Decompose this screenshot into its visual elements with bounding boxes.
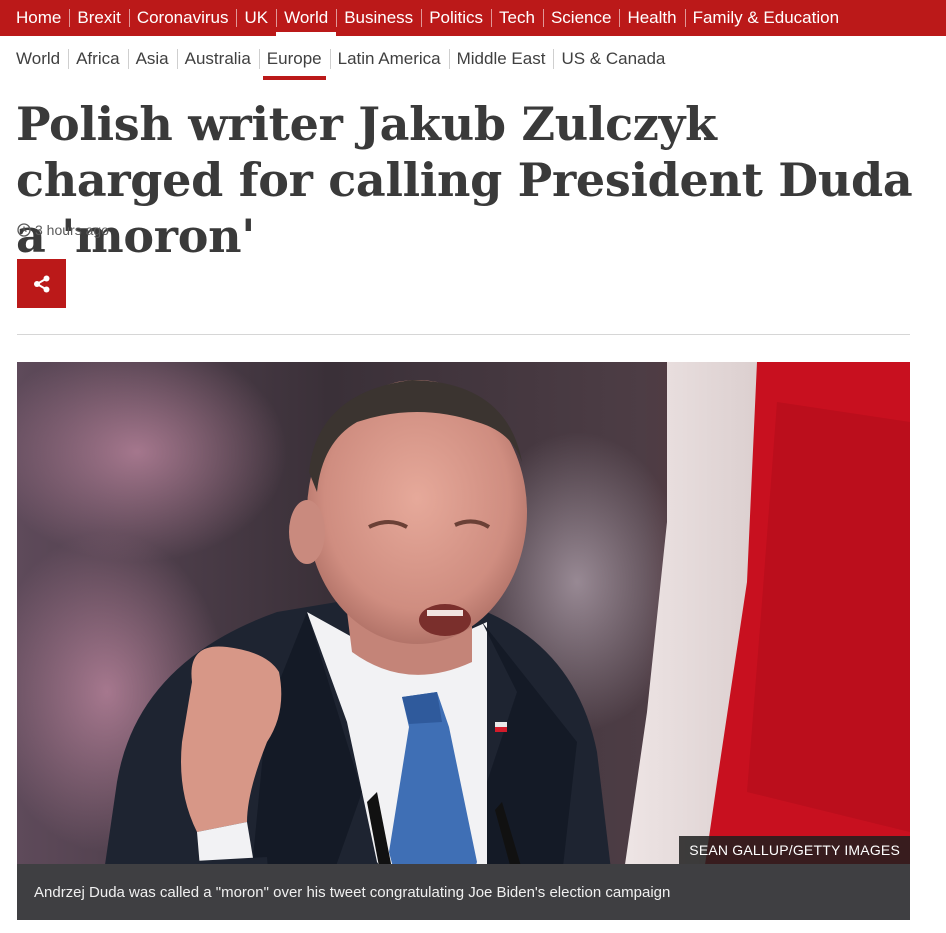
share-button[interactable]	[17, 259, 66, 308]
topnav-world[interactable]: World	[276, 0, 337, 36]
topnav-tech[interactable]: Tech	[491, 0, 543, 36]
topnav-brexit[interactable]: Brexit	[69, 0, 128, 36]
topnav-health[interactable]: Health	[619, 0, 684, 36]
topnav-uk[interactable]: UK	[236, 0, 276, 36]
topnav-science[interactable]: Science	[542, 0, 619, 36]
top-navigation: Home Brexit Coronavirus UK World Busines…	[0, 0, 946, 36]
article-headline: Polish writer Jakub Zulczyk charged for …	[16, 97, 913, 263]
topnav-coronavirus[interactable]: Coronavirus	[128, 0, 237, 36]
image-credit: SEAN GALLUP/GETTY IMAGES	[679, 836, 910, 864]
image-caption: Andrzej Duda was called a "moron" over h…	[17, 864, 910, 920]
subnav-africa[interactable]: Africa	[68, 36, 127, 82]
subnav-us-canada[interactable]: US & Canada	[553, 36, 673, 82]
share-icon	[33, 275, 49, 292]
subnav-world[interactable]: World	[8, 36, 68, 82]
topnav-business[interactable]: Business	[336, 0, 421, 36]
subnav-australia[interactable]: Australia	[176, 36, 259, 82]
sub-navigation: World Africa Asia Australia Europe Latin…	[0, 36, 946, 82]
topnav-home[interactable]: Home	[0, 0, 69, 36]
subnav-asia[interactable]: Asia	[127, 36, 177, 82]
topnav-family-education[interactable]: Family & Education	[684, 0, 847, 36]
article-timestamp: 3 hours ago	[17, 222, 109, 238]
subnav-europe[interactable]: Europe	[258, 36, 330, 82]
subnav-latin-america[interactable]: Latin America	[329, 36, 449, 82]
article-main-image: SEAN GALLUP/GETTY IMAGES Andrzej Duda wa…	[17, 362, 910, 920]
header-divider	[17, 334, 910, 335]
subnav-middle-east[interactable]: Middle East	[448, 36, 554, 82]
topnav-politics[interactable]: Politics	[421, 0, 491, 36]
timestamp-text: 3 hours ago	[35, 222, 109, 238]
clock-icon	[17, 223, 31, 237]
